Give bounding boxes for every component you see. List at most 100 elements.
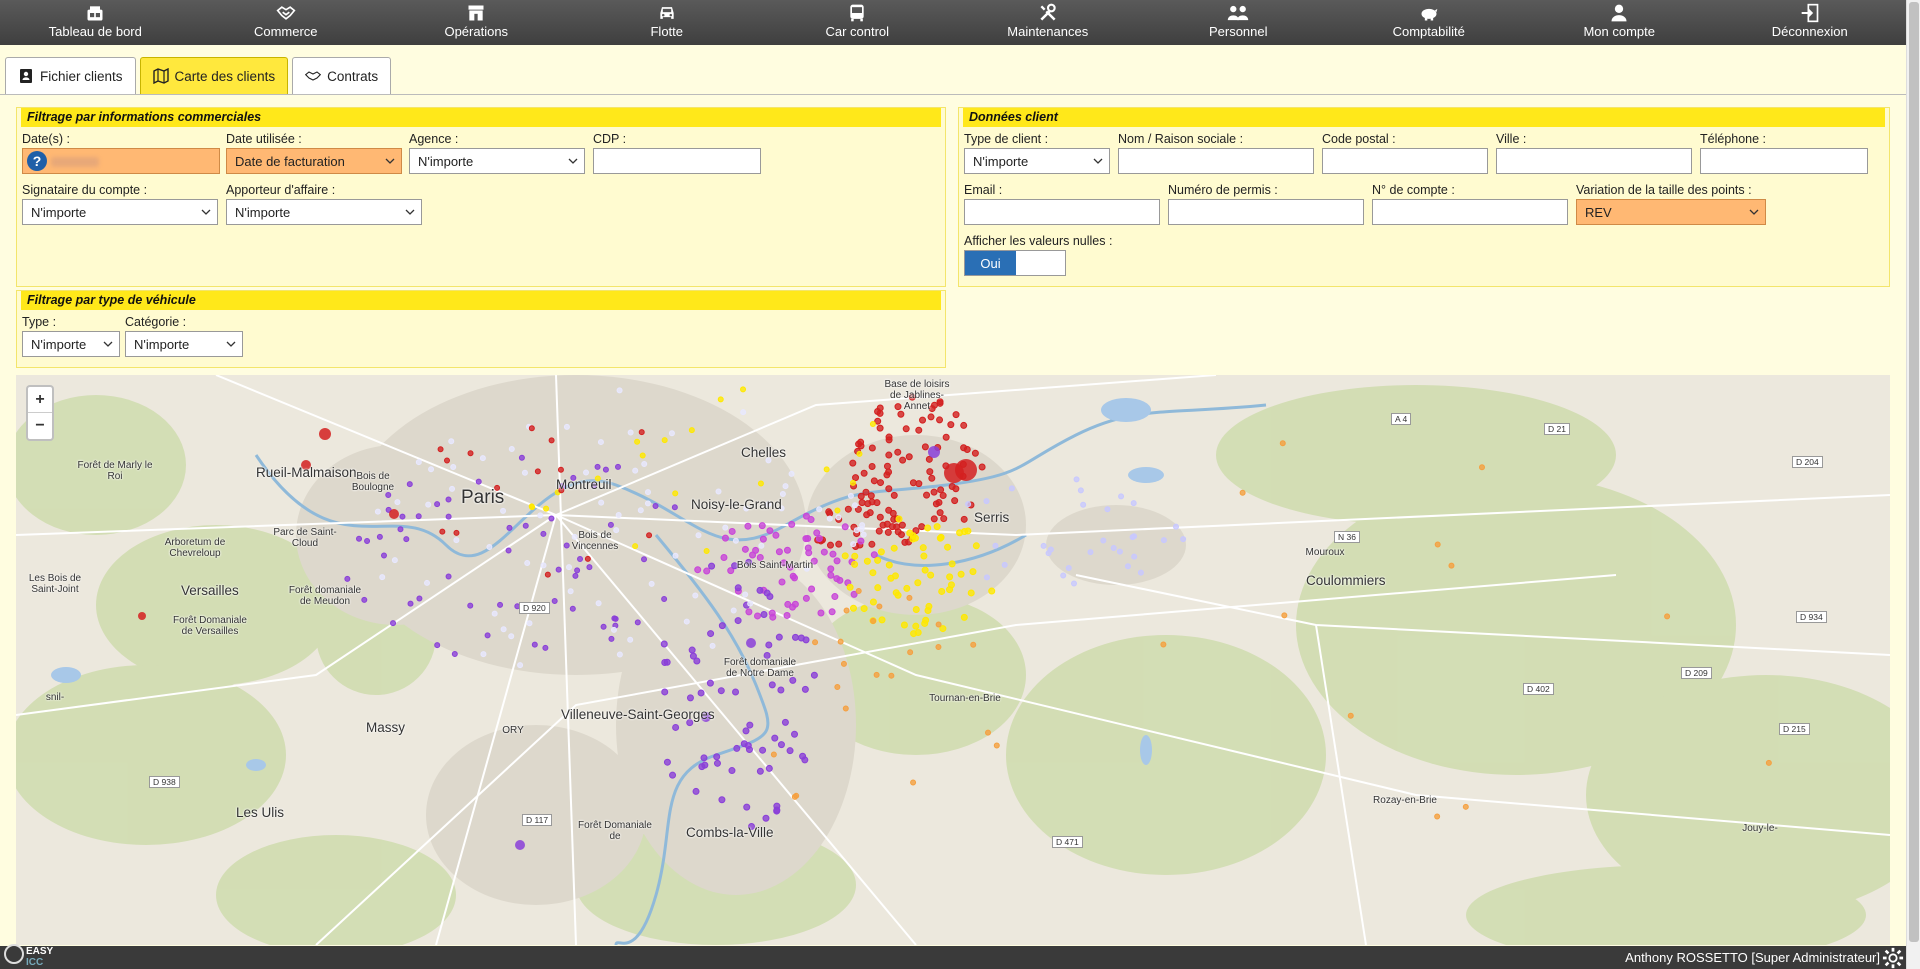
date-used-select[interactable]: Date de facturation: [226, 148, 402, 174]
road-label: A 4: [1391, 413, 1412, 425]
nav-tableau-de-bord[interactable]: Tableau de bord: [0, 0, 191, 45]
tab-contrats[interactable]: Contrats: [292, 57, 392, 94]
category-select[interactable]: N'importe: [125, 331, 243, 357]
nav-comptabilite[interactable]: Comptabilité: [1334, 0, 1525, 45]
client-data-panel: Données client Type de client : N'import…: [958, 107, 1890, 287]
nav-commerce[interactable]: Commerce: [191, 0, 382, 45]
map-place-label: Paris: [461, 487, 505, 508]
bus-icon: [850, 4, 864, 22]
account-input[interactable]: [1372, 199, 1568, 225]
scrollbar-thumb[interactable]: [1909, 2, 1919, 942]
account-label: N° de compte :: [1372, 183, 1455, 197]
chevron-down-icon: [1093, 158, 1103, 164]
map-labels-layer: Paris Rueil-Malmaison Montreuil Noisy-le-Gr…: [16, 375, 1890, 945]
show-null-label: Afficher les valeurs nulles :: [964, 234, 1113, 248]
dates-label: Date(s) :: [22, 132, 70, 146]
map-place-label: Forêt domaniale de Meudon: [288, 585, 362, 607]
logout-icon: [1801, 3, 1819, 23]
footer-bar: EASY ICC Anthony ROSSETTO [Super Adminis…: [0, 944, 1906, 969]
map-place-label: Bois Saint-Martin: [736, 560, 814, 571]
permit-input[interactable]: [1168, 199, 1364, 225]
chevron-down-icon: [201, 209, 211, 215]
map-place-label: Bois de Boulogne: [351, 471, 395, 493]
nav-label: Mon compte: [1583, 24, 1656, 39]
point-size-value: REV: [1585, 204, 1612, 220]
nav-flotte[interactable]: Flotte: [572, 0, 763, 45]
nav-label: Comptabilité: [1392, 24, 1465, 39]
email-input[interactable]: [964, 199, 1160, 225]
zoom-in-button[interactable]: +: [28, 387, 52, 413]
nav-mon-compte[interactable]: Mon compte: [1524, 0, 1715, 45]
client-type-value: N'importe: [973, 153, 1029, 169]
agency-select[interactable]: N'importe: [409, 148, 585, 174]
client-type-select[interactable]: N'importe: [964, 148, 1110, 174]
map-place-label: Combs-la-Ville: [686, 825, 774, 840]
nav-deconnexion[interactable]: Déconnexion: [1715, 0, 1906, 45]
chevron-down-icon: [103, 341, 113, 347]
map-place-label: Coulommiers: [1306, 573, 1386, 588]
point-size-select[interactable]: REV: [1576, 199, 1766, 225]
nav-label: Tableau de bord: [48, 24, 142, 39]
nav-personnel[interactable]: Personnel: [1143, 0, 1334, 45]
road-label: D 204: [1792, 456, 1823, 468]
city-label: Ville :: [1496, 132, 1527, 146]
page-scrollbar[interactable]: [1906, 0, 1920, 969]
map-place-label: Tournan-en-Brie: [929, 693, 1001, 704]
city-input[interactable]: [1496, 148, 1692, 174]
road-label: N 36: [1334, 531, 1360, 543]
agency-label: Agence :: [409, 132, 459, 146]
nav-car-control[interactable]: Car control: [762, 0, 953, 45]
tab-fichier-clients[interactable]: Fichier clients: [5, 57, 136, 94]
help-icon[interactable]: ?: [27, 151, 47, 171]
nav-label: Car control: [825, 24, 890, 39]
nav-label: Commerce: [253, 24, 318, 39]
provider-value: N'importe: [235, 204, 291, 220]
email-label: Email :: [964, 183, 1003, 197]
map-place-label: Mouroux: [1305, 547, 1345, 558]
tab-carte-des-clients[interactable]: Carte des clients: [139, 57, 289, 94]
map-place-label: Les Bois de Saint-Joint: [28, 573, 82, 595]
map-place-label: Bois de Vincennes: [571, 530, 619, 552]
date-used-label: Date utilisée :: [226, 132, 302, 146]
map-place-label: Forêt Domaniale de Versailles: [173, 615, 247, 637]
map-place-label: ORY: [502, 725, 524, 736]
signatory-select[interactable]: N'importe: [22, 199, 218, 225]
users-icon: [1228, 5, 1249, 21]
dates-field[interactable]: ?: [22, 148, 220, 174]
type-select[interactable]: N'importe: [22, 331, 120, 357]
phone-label: Téléphone :: [1700, 132, 1767, 146]
panel-title: Filtrage par type de véhicule: [21, 291, 941, 310]
agency-value: N'importe: [418, 153, 474, 169]
name-input[interactable]: [1118, 148, 1314, 174]
category-label: Catégorie :: [125, 315, 187, 329]
map-place-label: Jouy-le-: [1742, 823, 1778, 834]
nav-maintenances[interactable]: Maintenances: [953, 0, 1144, 45]
phone-input[interactable]: [1700, 148, 1868, 174]
vehicle-filter-panel: Filtrage par type de véhicule Type : N'i…: [16, 290, 946, 368]
handshake-icon: [305, 71, 322, 81]
clients-map[interactable]: Paris Rueil-Malmaison Montreuil Noisy-le-Gr…: [16, 375, 1890, 945]
map-place-label: Rozay-en-Brie: [1373, 795, 1437, 806]
provider-select[interactable]: N'importe: [226, 199, 422, 225]
map-place-label: Les Ulis: [236, 805, 285, 820]
map-place-label: Serris: [974, 510, 1010, 525]
map-place-label: Montreuil: [556, 477, 612, 492]
postal-input[interactable]: [1322, 148, 1488, 174]
map-place-label: Forêt de Marly le Roi: [77, 460, 153, 482]
show-null-toggle[interactable]: Oui: [964, 250, 1066, 276]
logo-text-2: ICC: [26, 957, 44, 968]
map-place-label: snil-: [45, 692, 65, 703]
logo-mark: [4, 944, 24, 964]
map-place-label: Villeneuve-Saint-Georges: [561, 707, 715, 722]
tab-label: Contrats: [327, 68, 379, 84]
gear-icon[interactable]: [1882, 947, 1904, 969]
map-place-label: Base de loisirs de Jablines-Annet: [884, 379, 950, 412]
cdp-input[interactable]: [593, 148, 761, 174]
nav-operations[interactable]: Opérations: [381, 0, 572, 45]
chevron-down-icon: [385, 158, 395, 164]
zoom-out-button[interactable]: −: [28, 413, 52, 439]
chevron-down-icon: [1749, 209, 1759, 215]
user-icon: [1611, 4, 1627, 22]
logo-text-1: EASY: [26, 946, 54, 957]
tab-label: Carte des clients: [174, 68, 276, 84]
